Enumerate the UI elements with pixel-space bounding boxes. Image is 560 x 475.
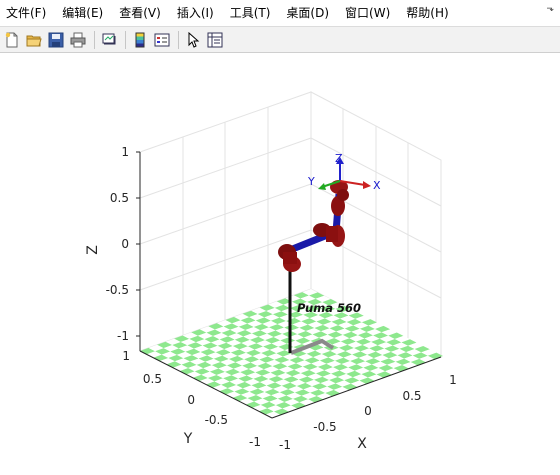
frame-x-label: X xyxy=(373,179,381,192)
z-tick-label: 0 xyxy=(121,237,129,251)
menu-file[interactable]: 文件(F) xyxy=(0,0,54,26)
x-axis-label: X xyxy=(357,436,367,452)
puma-560-robot xyxy=(278,180,349,272)
x-tick-label: 0.5 xyxy=(402,389,421,403)
y-tick-label: -1 xyxy=(249,435,261,449)
open-file-icon[interactable] xyxy=(24,30,44,50)
print-icon[interactable] xyxy=(68,30,88,50)
new-figure-icon[interactable] xyxy=(2,30,22,50)
z-axis-ticks: 1 0.5 0 -0.5 -1 xyxy=(106,145,140,343)
frame-y-arrowhead xyxy=(318,183,326,190)
toolbar-separator xyxy=(178,30,179,49)
z-tick-label: -1 xyxy=(117,329,129,343)
menu-edit[interactable]: 编辑(E) xyxy=(54,0,111,26)
property-inspector-icon[interactable] xyxy=(205,30,225,50)
robot-name-label: Puma 560 xyxy=(297,301,361,315)
link-plot-icon[interactable] xyxy=(99,30,119,50)
axes-3d[interactable]: 1 0.5 0 -0.5 -1 Z 1 0.5 0 -0.5 -1 Y -1 -… xyxy=(0,54,560,475)
y-tick-label: -0.5 xyxy=(205,413,228,427)
z-tick-label: -0.5 xyxy=(106,283,129,297)
menu-insert[interactable]: 插入(I) xyxy=(169,0,222,26)
y-axis-label: Y xyxy=(183,431,193,447)
insert-colorbar-icon[interactable] xyxy=(130,30,150,50)
frame-z-label: Z xyxy=(335,152,343,165)
y-tick-label: 0 xyxy=(187,393,195,407)
save-icon[interactable] xyxy=(46,30,66,50)
z-tick-label: 0.5 xyxy=(110,191,129,205)
robot-joint-wrist xyxy=(330,180,349,216)
dock-figure-icon[interactable]: ⬎ xyxy=(546,4,554,14)
frame-y-label: Y xyxy=(307,175,315,188)
menu-desktop[interactable]: 桌面(D) xyxy=(278,0,337,26)
toolbar-separator xyxy=(94,30,95,49)
frame-x-arrowhead xyxy=(363,181,371,189)
menu-window[interactable]: 窗口(W) xyxy=(337,0,398,26)
z-axis-label: Z xyxy=(85,245,101,255)
insert-legend-icon[interactable] xyxy=(152,30,172,50)
x-tick-label: 1 xyxy=(449,373,457,387)
y-tick-label: 1 xyxy=(122,349,130,363)
y-tick-label: 0.5 xyxy=(143,372,162,386)
menu-bar: 文件(F) 编辑(E) 查看(V) 插入(I) 工具(T) 桌面(D) 窗口(W… xyxy=(0,0,560,26)
toolbar-separator xyxy=(125,30,126,49)
figure-toolbar xyxy=(0,26,560,53)
menu-tools[interactable]: 工具(T) xyxy=(222,0,279,26)
edit-plot-arrow-icon[interactable] xyxy=(183,30,203,50)
robot-joint-elbow xyxy=(313,223,345,247)
z-tick-label: 1 xyxy=(121,145,129,159)
x-tick-label: -0.5 xyxy=(313,420,336,434)
figure-canvas[interactable]: 1 0.5 0 -0.5 -1 Z 1 0.5 0 -0.5 -1 Y -1 -… xyxy=(0,54,560,475)
x-tick-label: -1 xyxy=(279,438,291,452)
menu-view[interactable]: 查看(V) xyxy=(111,0,169,26)
menu-help[interactable]: 帮助(H) xyxy=(398,0,456,26)
x-tick-label: 0 xyxy=(364,404,372,418)
